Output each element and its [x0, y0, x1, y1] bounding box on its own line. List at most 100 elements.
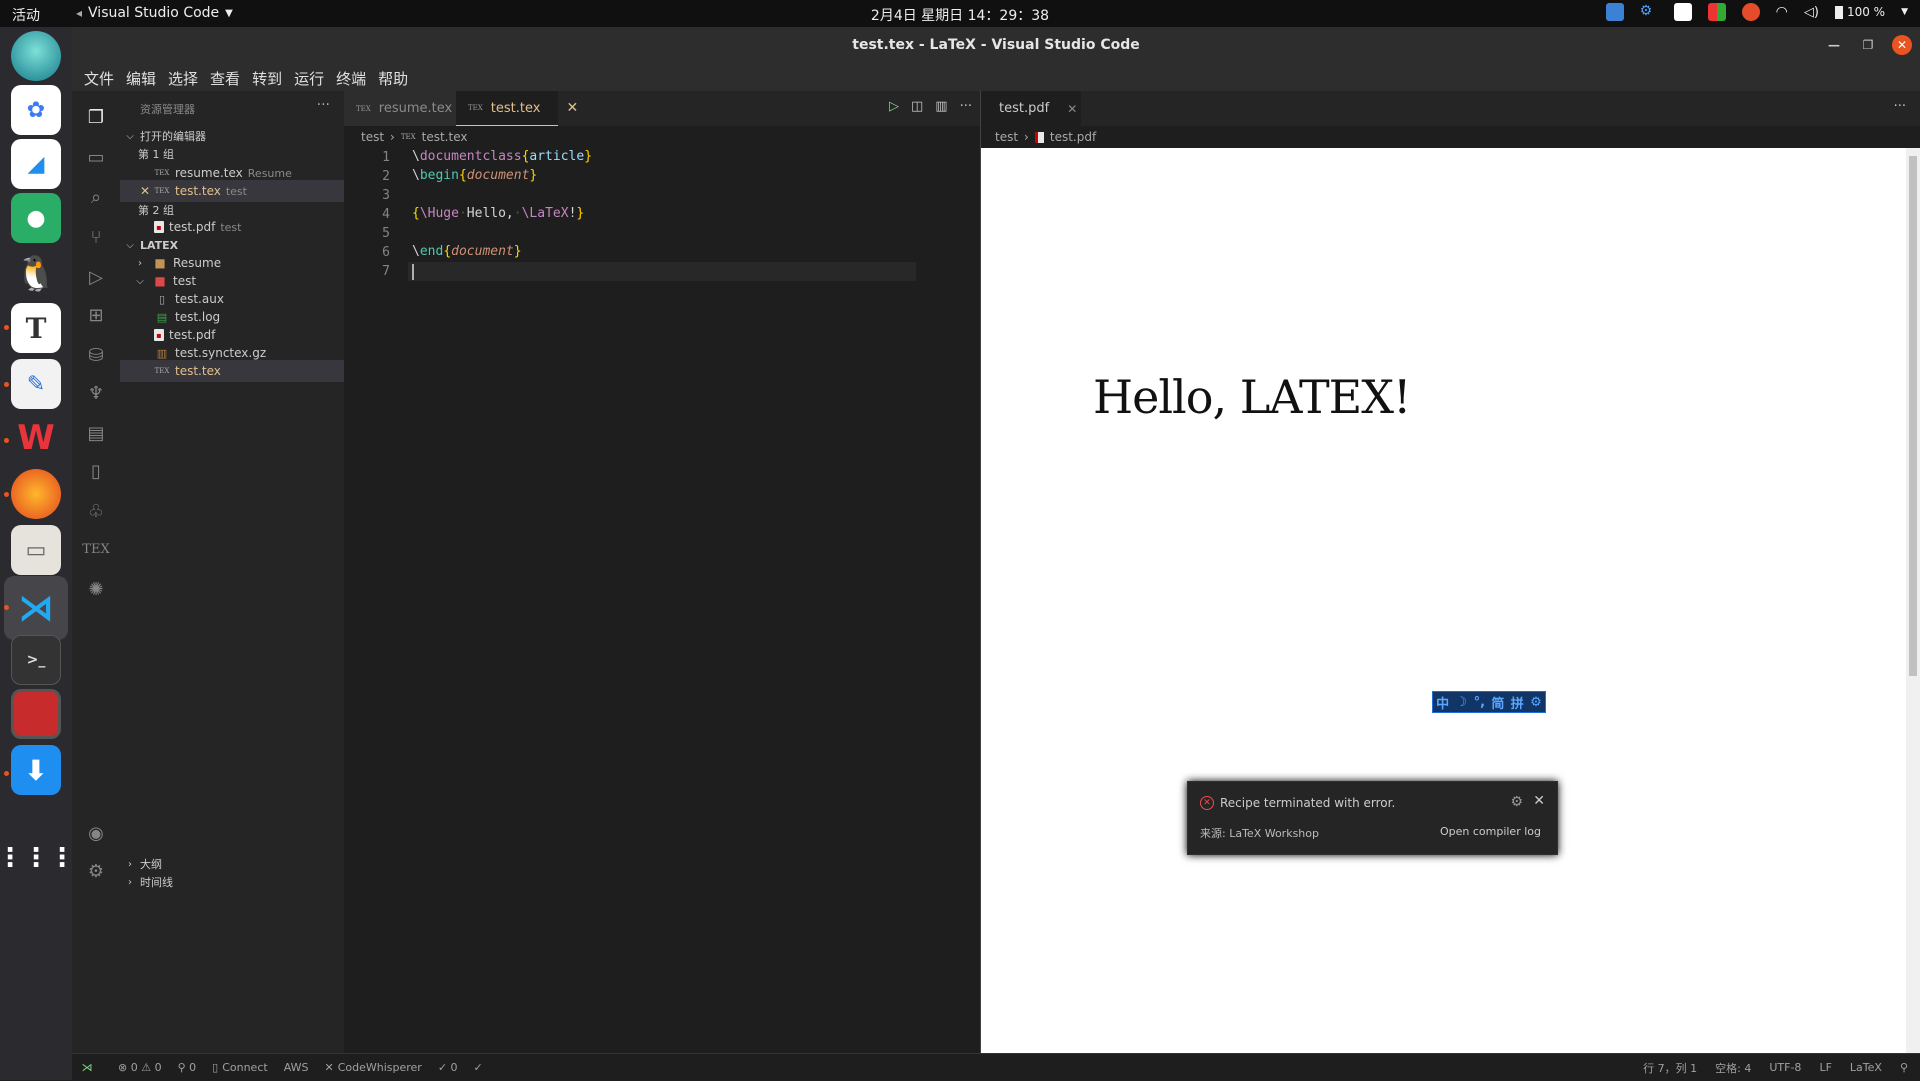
menu-terminal[interactable]: 终端	[330, 64, 372, 91]
menu-help[interactable]: 帮助	[372, 64, 414, 91]
ime-settings-icon[interactable]: ⚙	[1530, 695, 1542, 710]
dock-app-firefox-icon[interactable]	[11, 469, 61, 519]
extensions-icon[interactable]: ⊞	[84, 303, 108, 327]
chatgpt-icon[interactable]: ✺	[84, 577, 108, 601]
check-count[interactable]: ✓ 0	[438, 1061, 458, 1074]
pdf-viewer[interactable]: Hello, LATEX!	[980, 148, 1920, 1053]
ports-indicator[interactable]: ⚲ 0	[178, 1061, 197, 1074]
file-item[interactable]: TEX test.tex	[120, 360, 344, 382]
more-actions-icon[interactable]: ···	[960, 99, 972, 114]
account-icon[interactable]: ◉	[84, 821, 108, 845]
menu-run[interactable]: 运行	[288, 64, 330, 91]
tab-test-tex[interactable]: TEX test.tex ✕	[456, 91, 578, 126]
breadcrumb-file[interactable]: test.tex	[422, 130, 468, 144]
show-apps-grid-icon[interactable]: ⋮⋮⋮	[0, 833, 75, 883]
battery-indicator[interactable]: 100 %	[1834, 5, 1885, 19]
ime-simplified-toggle[interactable]: 简	[1491, 693, 1504, 712]
tray-app-icon[interactable]	[1605, 3, 1624, 21]
aws-item[interactable]: AWS	[284, 1061, 309, 1074]
run-build-icon[interactable]: ▷	[889, 99, 899, 114]
file-name: test.synctex.gz	[175, 346, 267, 360]
codewhisperer-item[interactable]: ✕ CodeWhisperer	[324, 1061, 421, 1074]
timeline-section[interactable]: › 时间线	[120, 871, 344, 893]
maximize-icon[interactable]: ❐	[1858, 35, 1878, 55]
editor-actions: ▷ ◫ ▥ ···	[889, 99, 972, 114]
source-control-icon[interactable]: ⑂	[84, 225, 108, 249]
split-editor-icon[interactable]: ▥	[935, 99, 947, 114]
dock-app-system-icon[interactable]	[11, 31, 61, 81]
menu-view[interactable]: 查看	[204, 64, 246, 91]
problems-indicator[interactable]: ⊗ 0 ⚠ 0	[118, 1061, 162, 1074]
close-editor-icon[interactable]: ✕	[140, 184, 154, 198]
cursor-position[interactable]: 行 7，列 1	[1643, 1060, 1697, 1076]
explorer-icon[interactable]: ❐	[84, 105, 108, 129]
bookmark-icon[interactable]: ▯	[84, 459, 108, 483]
dock-app-feishu-icon[interactable]: ◢	[11, 139, 61, 189]
remote-explorer-icon[interactable]: ▤	[84, 421, 108, 445]
python-icon[interactable]: ♆	[84, 381, 108, 405]
pdf-scrollbar[interactable]	[1906, 148, 1920, 1053]
scrollbar-thumb[interactable]	[1909, 156, 1917, 676]
tree-icon[interactable]: ♧	[84, 499, 108, 523]
tray-sogou-icon[interactable]	[1741, 3, 1760, 21]
ime-pinyin-toggle[interactable]: 拼	[1511, 693, 1524, 712]
ime-punctuation-icon[interactable]: °,	[1474, 695, 1485, 710]
tex-icon[interactable]: TEX	[82, 537, 109, 561]
file-name: test.aux	[175, 292, 224, 306]
dock-app-screenshot-icon[interactable]	[11, 689, 61, 739]
folder-icon[interactable]: ▭	[84, 145, 108, 169]
end-of-line[interactable]: LF	[1819, 1061, 1831, 1074]
dock-app-typora-icon[interactable]: T	[11, 303, 61, 353]
open-compiler-log-button[interactable]: Open compiler log	[1440, 825, 1541, 838]
check-icon[interactable]: ✓	[474, 1061, 483, 1074]
code-editor[interactable]: 1 \documentclass{article} 2 \begin{docum…	[344, 148, 1148, 1053]
dock-app-files-icon[interactable]: ▭	[11, 525, 61, 575]
settings-gear-icon[interactable]: ⚙	[84, 859, 108, 883]
menu-go[interactable]: 转到	[246, 64, 288, 91]
dock-app-baidu-netdisk-icon[interactable]: ✿	[11, 85, 61, 135]
encoding[interactable]: UTF-8	[1769, 1061, 1801, 1074]
close-window-icon[interactable]: ✕	[1892, 35, 1912, 55]
ime-chinese-toggle[interactable]: 中	[1436, 693, 1449, 712]
minimize-icon[interactable]: —	[1824, 35, 1844, 55]
tray-color-icon[interactable]	[1707, 3, 1726, 21]
close-tab-icon[interactable]: ✕	[1067, 102, 1077, 116]
language-mode[interactable]: LaTeX	[1850, 1061, 1882, 1074]
tray-baidu-icon[interactable]	[1673, 3, 1692, 21]
close-tab-icon[interactable]: ✕	[566, 100, 578, 116]
breadcrumb-file[interactable]: test.pdf	[1050, 130, 1096, 144]
dock-app-vscode-icon[interactable]: ⋊	[11, 583, 61, 633]
dock-app-text-editor-icon[interactable]: ✎	[11, 359, 61, 409]
dock-app-downloader-icon[interactable]: ⬇	[11, 745, 61, 795]
run-debug-icon[interactable]: ▷	[84, 265, 108, 289]
ime-moon-icon[interactable]: ☽	[1456, 695, 1468, 710]
more-actions-icon[interactable]: ···	[317, 97, 330, 113]
dock-app-wechat-icon[interactable]: ●	[11, 193, 61, 243]
file-name: test.pdf	[169, 328, 216, 342]
tab-test-pdf[interactable]: test.pdf ✕	[981, 91, 1081, 126]
wifi-icon[interactable]: ◠	[1776, 4, 1788, 20]
menu-selection[interactable]: 选择	[162, 64, 204, 91]
more-actions-icon[interactable]: ···	[1894, 99, 1906, 114]
gear-icon[interactable]: ⚙	[1510, 794, 1523, 810]
indentation[interactable]: 空格: 4	[1715, 1060, 1751, 1076]
tab-resume-tex[interactable]: TEX resume.tex	[344, 91, 456, 126]
power-menu-icon[interactable]: ▼	[1901, 7, 1908, 17]
volume-icon[interactable]: ◁)	[1804, 5, 1819, 20]
breadcrumb-folder[interactable]: test	[361, 130, 384, 144]
tray-bluetooth-icon[interactable]: ⚙	[1640, 3, 1658, 21]
search-icon[interactable]: ⌕	[84, 185, 108, 209]
breadcrumb-folder[interactable]: test	[995, 130, 1018, 144]
database-icon[interactable]: ⛁	[84, 343, 108, 367]
menu-edit[interactable]: 编辑	[120, 64, 162, 91]
close-icon[interactable]: ✕	[1533, 793, 1545, 809]
feedback-icon[interactable]: ⚲	[1900, 1061, 1908, 1074]
dock-app-terminal-icon[interactable]: >_	[11, 635, 61, 685]
connect-item[interactable]: ▯ Connect	[212, 1061, 268, 1074]
dock-app-qq-icon[interactable]: 🐧	[11, 249, 61, 299]
view-pdf-icon[interactable]: ◫	[911, 99, 923, 114]
menu-file[interactable]: 文件	[78, 64, 120, 91]
open-editor-name: test.pdf	[169, 220, 216, 234]
remote-icon[interactable]: ⋊	[72, 1054, 102, 1081]
dock-app-wps-icon[interactable]: W	[11, 413, 61, 463]
